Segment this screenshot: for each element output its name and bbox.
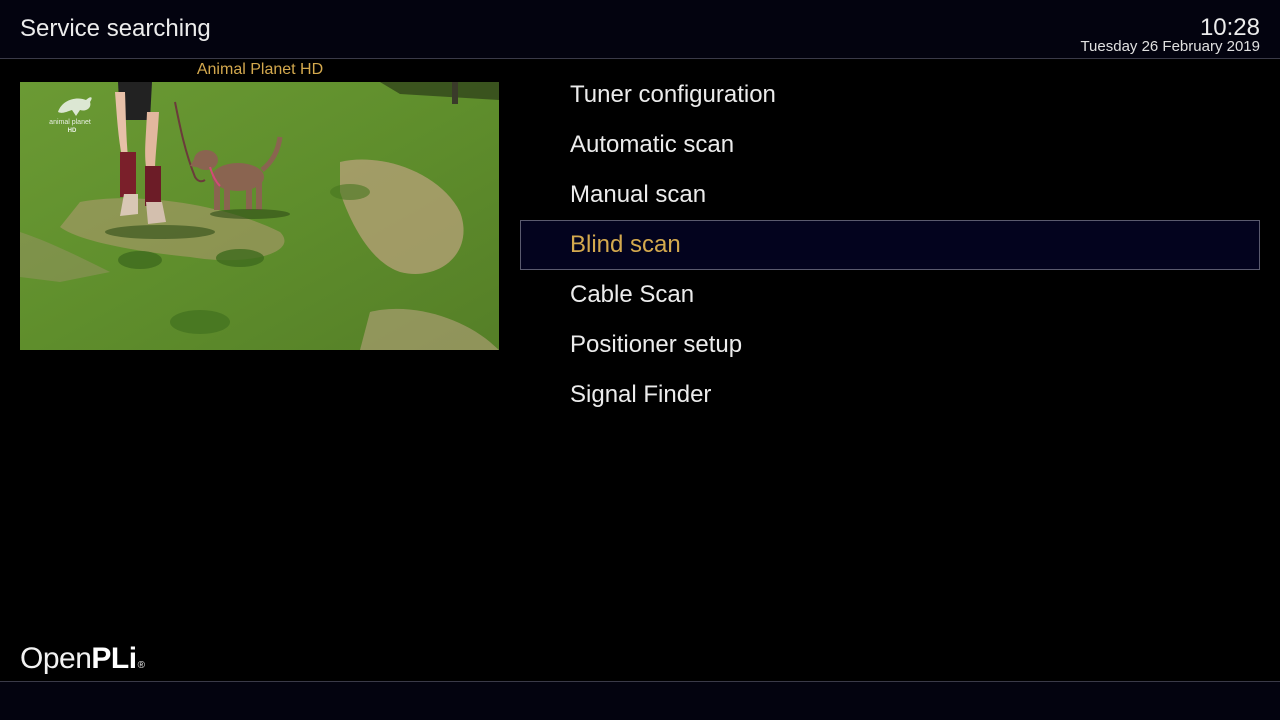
openpli-logo: OpenPLi® (20, 642, 145, 676)
menu-item-label: Cable Scan (570, 281, 695, 308)
menu-item-label: Manual scan (570, 181, 707, 208)
menu-item-label: Blind scan (570, 231, 681, 258)
menu-item-tuner-configuration[interactable]: Tuner configuration (520, 70, 1260, 120)
date-label: Tuesday 26 February 2019 (1080, 38, 1260, 55)
page-title: Service searching (20, 15, 211, 42)
menu-item-blind-scan[interactable]: Blind scan (520, 220, 1260, 270)
watermark-sub: HD (68, 128, 77, 134)
header-bar: Service searching 10:28 Tuesday 26 Febru… (0, 0, 1280, 59)
video-preview: animal planet HD (20, 82, 499, 350)
menu-item-positioner-setup[interactable]: Positioner setup (520, 320, 1260, 370)
menu-item-label: Positioner setup (570, 331, 743, 358)
menu-item-cable-scan[interactable]: Cable Scan (520, 270, 1260, 320)
menu-item-manual-scan[interactable]: Manual scan (520, 170, 1260, 220)
menu-item-label: Signal Finder (570, 381, 712, 408)
logo-text-bold: PLi (91, 642, 137, 675)
menu-item-signal-finder[interactable]: Signal Finder (520, 370, 1260, 420)
video-frame-image: animal planet HD (20, 82, 499, 350)
menu-item-automatic-scan[interactable]: Automatic scan (520, 120, 1260, 170)
watermark-text: animal planet (49, 119, 91, 126)
logo-text-light: Open (20, 642, 92, 675)
footer-bar (0, 681, 1280, 720)
registered-mark: ® (137, 660, 145, 671)
menu-item-label: Automatic scan (570, 131, 735, 158)
channel-name: Animal Planet HD (196, 61, 324, 78)
service-searching-screen: Service searching 10:28 Tuesday 26 Febru… (0, 0, 1280, 720)
menu-item-label: Tuner configuration (570, 81, 776, 108)
scan-menu: Tuner configuration Automatic scan Manua… (520, 70, 1260, 420)
